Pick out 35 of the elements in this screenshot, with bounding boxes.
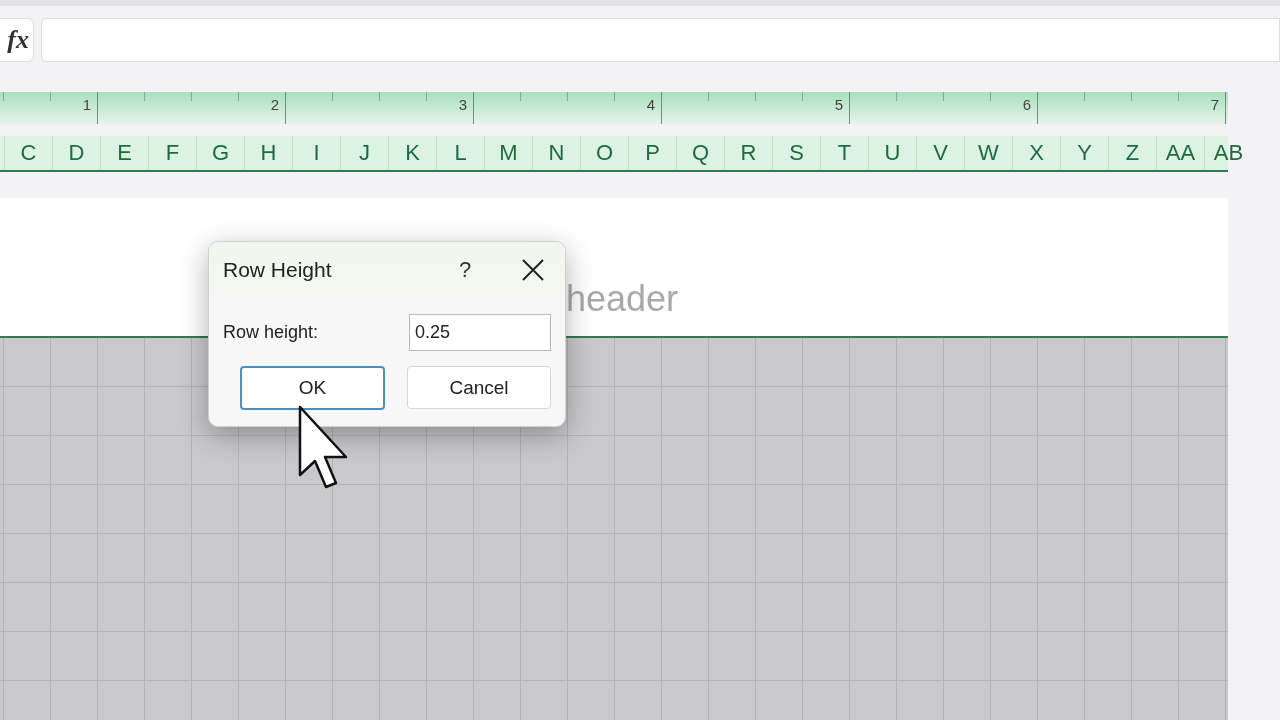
column-header[interactable]: N [532, 136, 580, 170]
column-header[interactable]: S [772, 136, 820, 170]
column-header[interactable]: D [52, 136, 100, 170]
column-header[interactable]: W [964, 136, 1012, 170]
column-header[interactable]: M [484, 136, 532, 170]
column-header[interactable]: C [4, 136, 52, 170]
column-header[interactable]: J [340, 136, 388, 170]
dialog-button[interactable]: Cancel [407, 366, 551, 409]
column-header[interactable]: P [628, 136, 676, 170]
column-header[interactable]: Q [676, 136, 724, 170]
row-height-input[interactable]: 0.25 [409, 314, 551, 351]
column-header[interactable]: K [388, 136, 436, 170]
column-header[interactable]: R [724, 136, 772, 170]
column-header[interactable]: O [580, 136, 628, 170]
column-header[interactable]: Y [1060, 136, 1108, 170]
column-header[interactable]: G [196, 136, 244, 170]
column-header[interactable]: L [436, 136, 484, 170]
column-header[interactable]: U [868, 136, 916, 170]
column-header[interactable]: V [916, 136, 964, 170]
function-button[interactable]: fx [0, 18, 34, 62]
header-placeholder-text: header [566, 278, 679, 320]
column-header[interactable]: H [244, 136, 292, 170]
dialog-title: Row Height [223, 258, 333, 282]
column-header[interactable]: T [820, 136, 868, 170]
column-header[interactable]: AB [1204, 136, 1252, 170]
column-header[interactable]: F [148, 136, 196, 170]
column-header[interactable]: X [1012, 136, 1060, 170]
help-button[interactable]: ? [445, 256, 485, 284]
column-header[interactable]: E [100, 136, 148, 170]
column-header[interactable]: I [292, 136, 340, 170]
dialog-button[interactable]: OK [240, 366, 385, 410]
field-label: Row height: [223, 322, 319, 343]
column-header[interactable]: AA [1156, 136, 1204, 170]
ruler-number: 1 [0, 92, 98, 124]
column-header[interactable]: Z [1108, 136, 1156, 170]
